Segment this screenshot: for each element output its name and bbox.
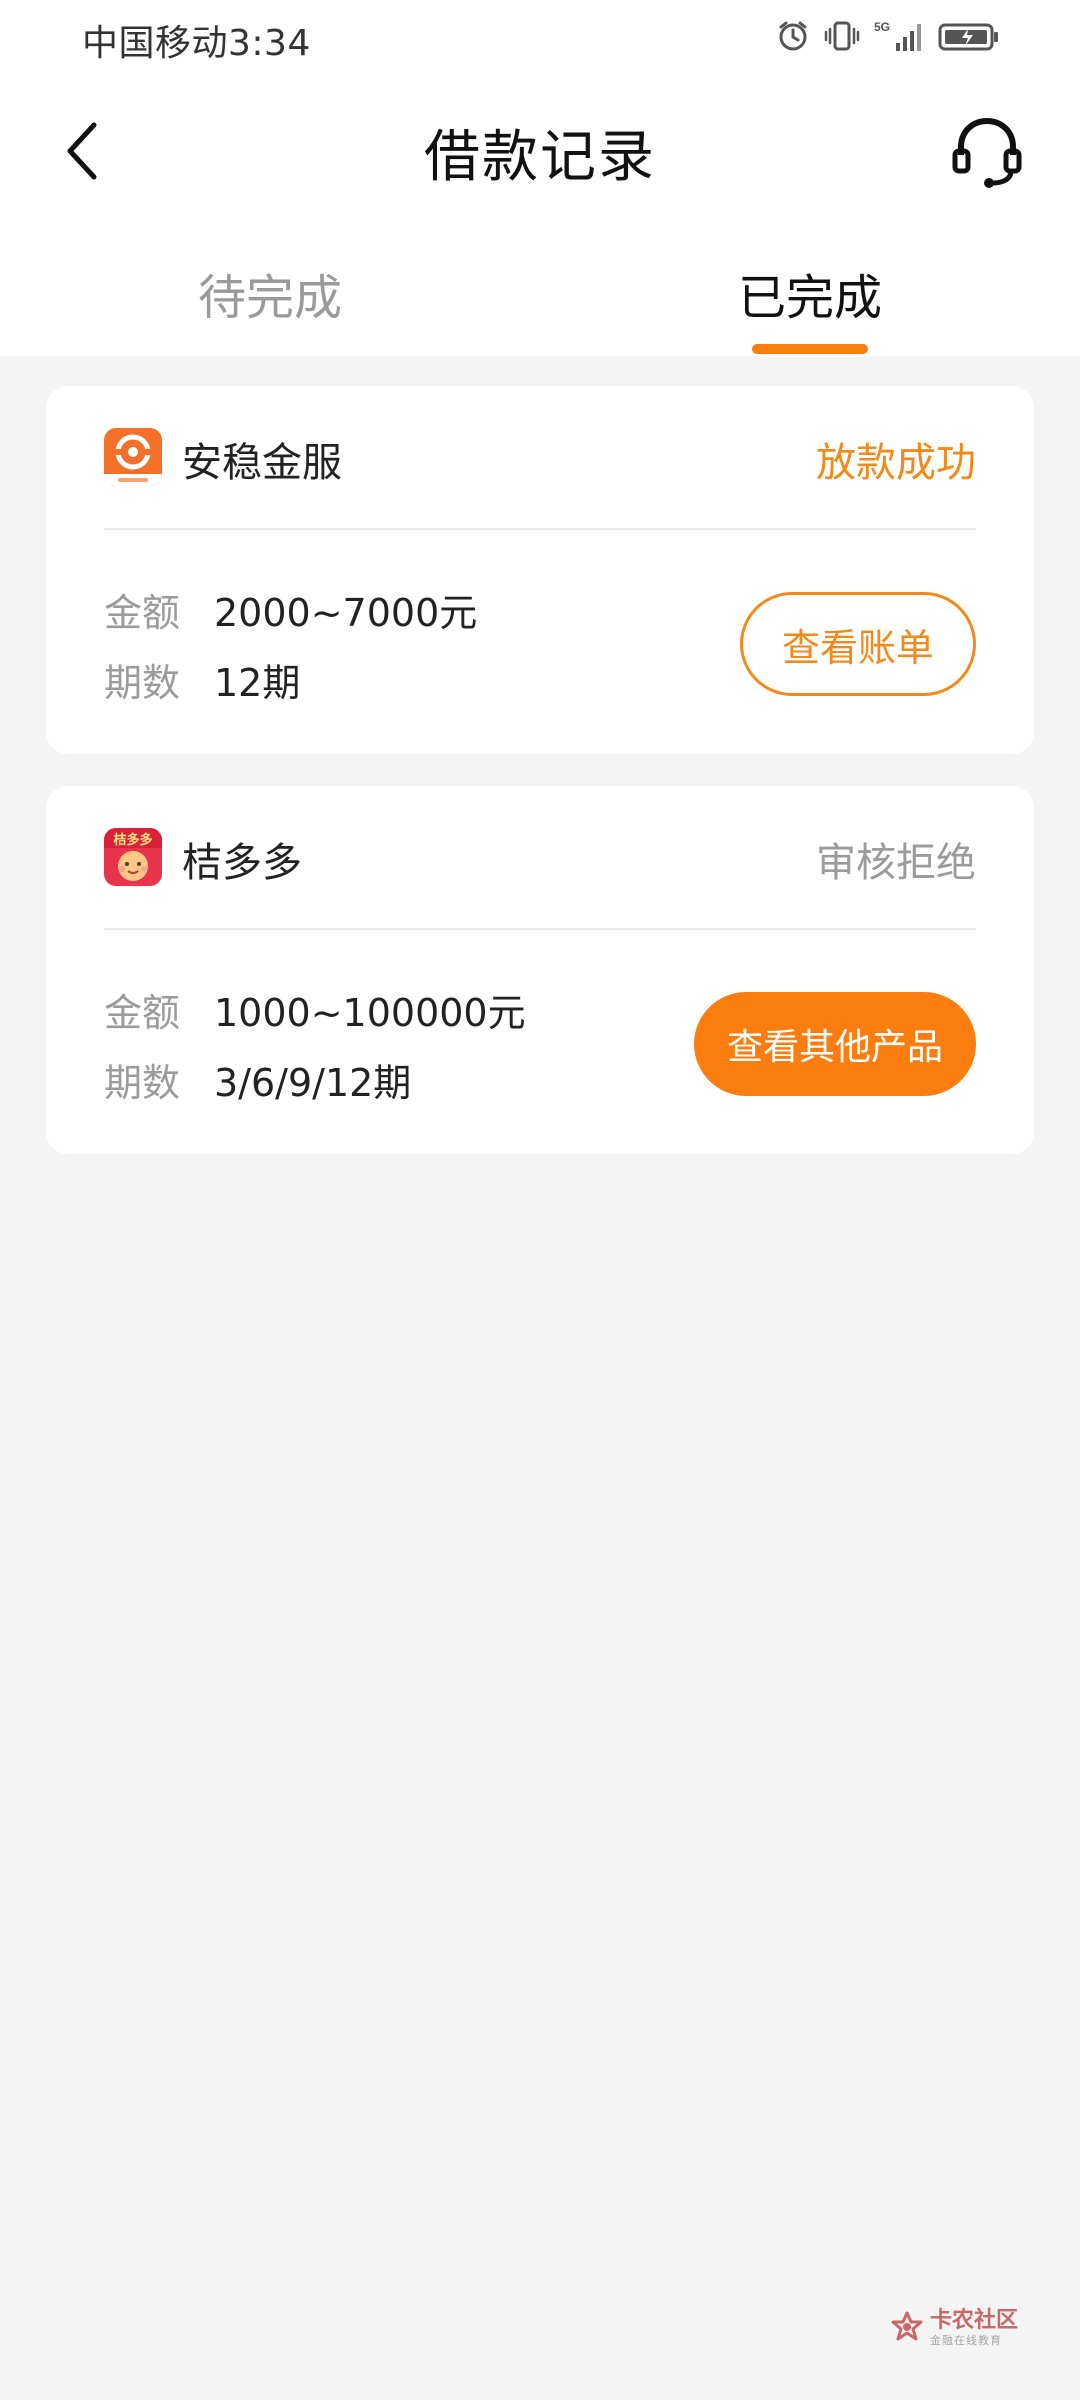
logo-text: 桔多多 [113,832,152,848]
headset-icon [952,117,1022,188]
card-header: 桔多多 桔多多 审核拒绝 [104,828,976,886]
battery-icon [938,23,998,51]
watermark: 卡农社区 金融在线教育 [890,2306,1018,2350]
card-header: 安稳金服 放款成功 [104,428,976,486]
amount-label: 金额 [104,591,181,635]
carrier-time: 中国移动3:34 [82,23,311,64]
vibrate-icon [824,21,860,51]
amount-value: 1000~100000元 [214,991,526,1035]
loan-record-card: 安稳金服 放款成功 金额 2000~7000元 期数 12期 查看账单 [46,386,1034,754]
product-name: 桔多多 [182,840,302,886]
watermark-text: 卡农社区 金融在线教育 [929,2308,1018,2347]
alarm-icon [779,21,807,51]
watermark-title: 卡农社区 [929,2308,1018,2333]
view-other-products-button[interactable]: 查看其他产品 [694,992,976,1096]
watermark-subtitle: 金融在线教育 [929,2334,1002,2347]
term-value: 12期 [214,661,301,705]
term-label: 期数 [104,1061,181,1105]
amount-value: 2000~7000元 [214,591,478,635]
amount-row: 金额 1000~100000元 [104,982,526,1037]
term-row: 期数 3/6/9/12期 [104,1052,411,1107]
header-area: 中国移动3:34 5G 借款记录 待完成 已完成 [0,0,1080,356]
status-bar: 中国移动3:34 5G [0,0,1080,76]
loan-record-card: 桔多多 桔多多 审核拒绝 金额 1000~100000元 期数 3/6/9/12期 … [46,786,1034,1154]
status-label: 审核拒绝 [816,840,976,886]
tab-completed[interactable]: 已完成 [660,258,960,328]
divider [104,928,976,930]
view-bill-button[interactable]: 查看账单 [740,592,976,696]
kanong-logo-icon [891,2311,923,2341]
signal-5g-icon: 5G [874,20,921,51]
term-label: 期数 [104,661,181,705]
tab-pending[interactable]: 待完成 [120,258,420,328]
amount-label: 金额 [104,991,181,1035]
network-type: 5G [874,20,890,34]
amount-row: 金额 2000~7000元 [104,582,477,637]
status-label: 放款成功 [816,440,976,486]
status-icons: 5G [776,16,1000,56]
term-value: 3/6/9/12期 [214,1061,412,1105]
customer-service-button[interactable] [946,112,1028,194]
divider [104,528,976,530]
tab-active-indicator [752,344,868,354]
juduoduo-logo-icon: 桔多多 [104,828,162,886]
page-title: 借款记录 [424,125,656,190]
term-row: 期数 12期 [104,652,300,707]
product-name: 安稳金服 [182,440,342,486]
anwen-logo-icon [104,428,162,486]
